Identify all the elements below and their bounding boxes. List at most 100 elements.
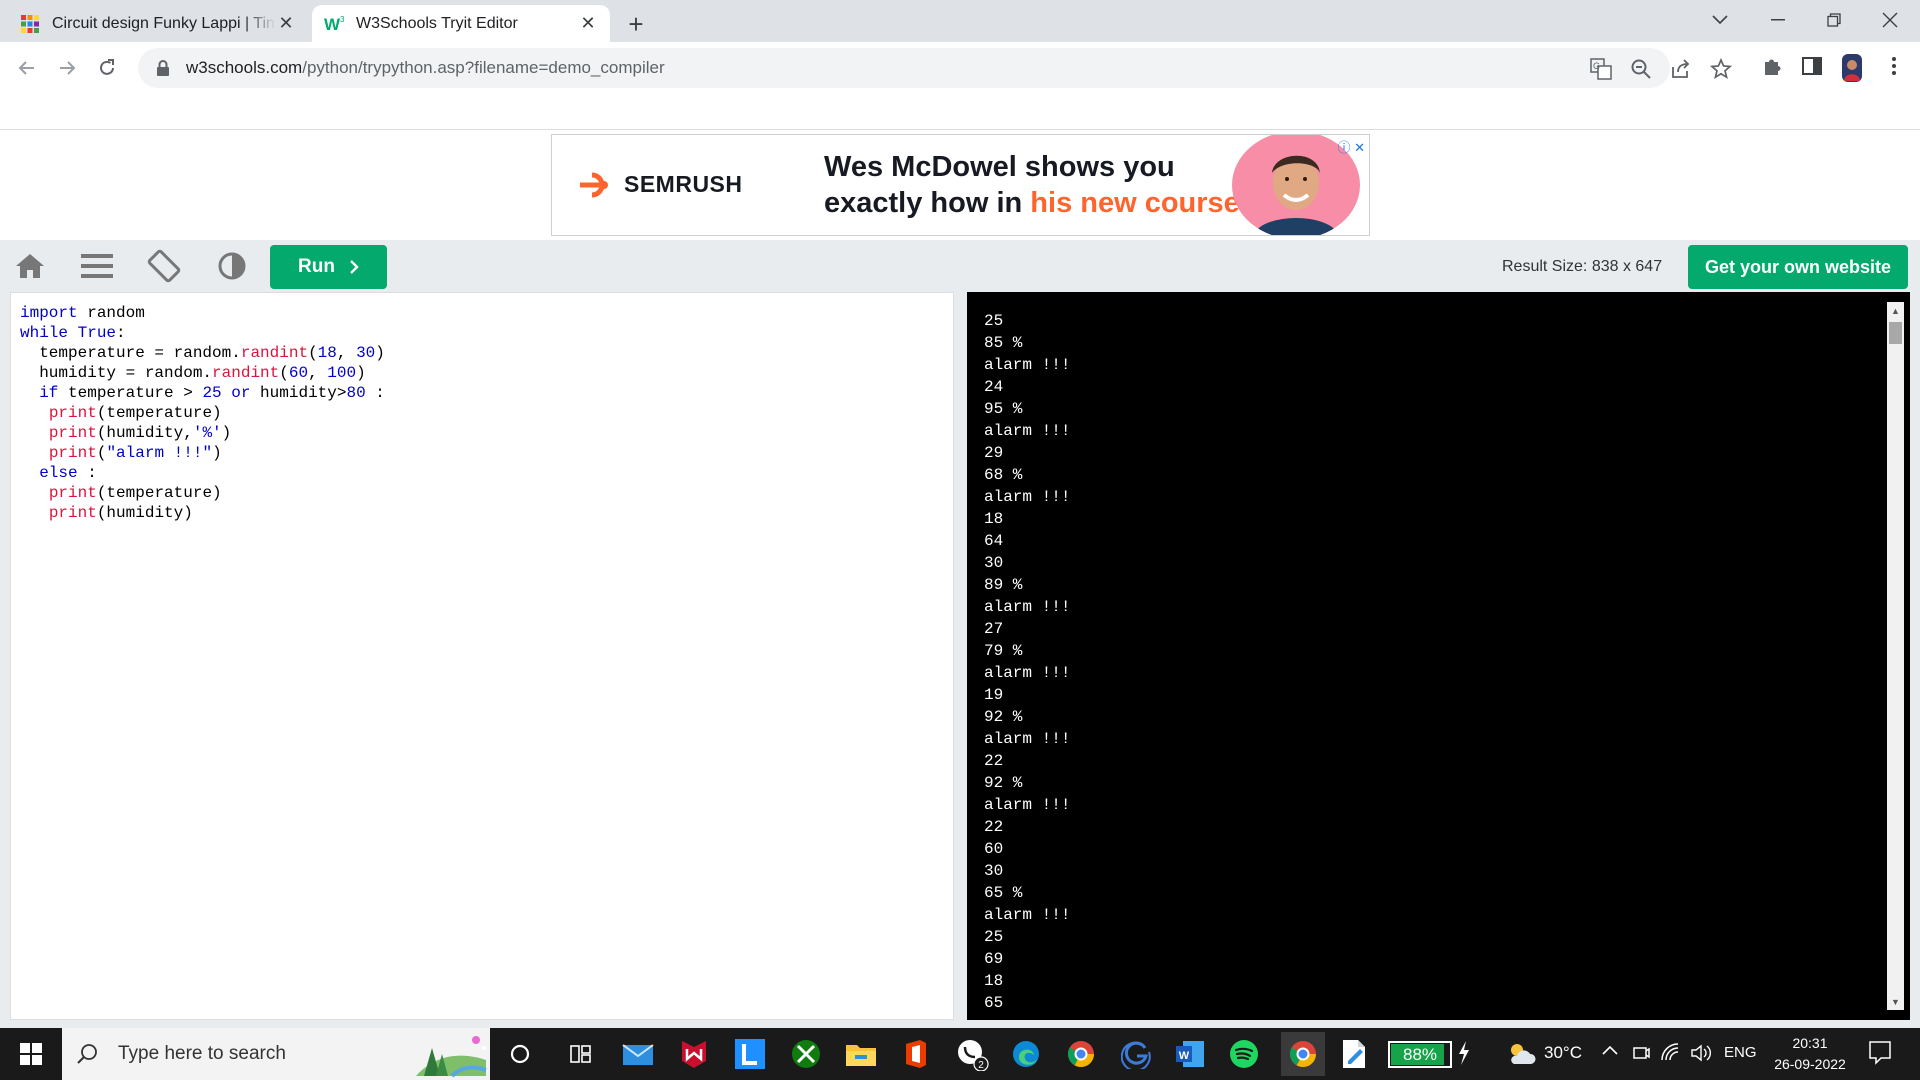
output-line: alarm !!! xyxy=(984,730,1071,748)
taskbar-search-box[interactable]: Type here to search xyxy=(62,1028,490,1080)
reload-icon[interactable] xyxy=(87,48,127,88)
file-explorer-icon[interactable] xyxy=(843,1036,879,1072)
code-line[interactable]: else : xyxy=(20,463,385,483)
code-line[interactable]: import random xyxy=(20,303,385,323)
search-icon xyxy=(77,1044,97,1064)
weather-temperature[interactable]: 30°C xyxy=(1544,1043,1582,1063)
code-line[interactable]: print(humidity,'%') xyxy=(20,423,385,443)
menu-kebab-icon[interactable] xyxy=(1882,54,1906,78)
output-line: 24 xyxy=(984,378,1004,396)
whatsapp-badge: 2 xyxy=(978,1060,984,1071)
show-hidden-icons-chevron-icon[interactable] xyxy=(1602,1043,1618,1061)
meet-now-camera-icon[interactable] xyxy=(1632,1043,1650,1068)
output-line: 68 % xyxy=(984,466,1023,484)
address-bar[interactable]: w3schools.com/python/trypython.asp?filen… xyxy=(138,48,1733,88)
wifi-icon[interactable] xyxy=(1660,1043,1680,1066)
code-line[interactable]: if temperature > 25 or humidity>80 : xyxy=(20,383,385,403)
output-line: 95 % xyxy=(984,400,1023,418)
grammarly-icon[interactable] xyxy=(1118,1036,1154,1072)
home-icon[interactable] xyxy=(12,248,48,284)
output-line: 79 % xyxy=(984,642,1023,660)
whatsapp-icon[interactable]: 2 xyxy=(954,1036,990,1072)
code-line[interactable]: print("alarm !!!") xyxy=(20,443,385,463)
output-line: alarm !!! xyxy=(984,664,1071,682)
result-output-panel: 25 85 % alarm !!! 24 95 % alarm !!! 29 68 % alar… xyxy=(967,292,1910,1020)
mail-icon[interactable] xyxy=(620,1036,656,1072)
lock-icon[interactable] xyxy=(152,57,174,79)
ad-banner[interactable]: SEMRUSH Wes McDowel shows you exactly ho… xyxy=(551,134,1370,236)
document-editor-icon[interactable] xyxy=(1336,1036,1372,1072)
back-arrow-icon[interactable] xyxy=(7,48,47,88)
tab-search-chevron-icon[interactable] xyxy=(1692,0,1748,40)
output-line: 30 xyxy=(984,554,1004,572)
volume-speaker-icon[interactable] xyxy=(1690,1043,1712,1068)
new-tab-icon[interactable]: + xyxy=(620,8,652,40)
code-line[interactable]: print(temperature) xyxy=(20,403,385,423)
office-icon[interactable] xyxy=(898,1036,934,1072)
code-line[interactable]: print(temperature) xyxy=(20,483,385,503)
output-line: 19 xyxy=(984,686,1004,704)
battery-indicator[interactable]: 88% xyxy=(1388,1041,1452,1068)
charging-icon xyxy=(1458,1041,1470,1070)
output-line: 92 % xyxy=(984,774,1023,792)
svg-text:3: 3 xyxy=(340,15,345,24)
code-text[interactable]: import random while True: temperature = r… xyxy=(20,303,385,523)
code-line[interactable]: humidity = random.randint(60, 100) xyxy=(20,363,385,383)
ad-headline-highlight: his new course xyxy=(1030,187,1240,219)
result-size-label: Result Size: 838 x 647 xyxy=(1502,258,1663,275)
code-line[interactable]: temperature = random.randint(18, 30) xyxy=(20,343,385,363)
close-tab-icon[interactable]: ✕ xyxy=(578,13,598,34)
weather-cloud-sun-icon[interactable] xyxy=(1506,1040,1536,1071)
output-line: 92 % xyxy=(984,708,1023,726)
chrome-icon[interactable] xyxy=(1281,1032,1325,1076)
scrollbar-thumb[interactable] xyxy=(1889,322,1902,344)
rotate-layout-icon[interactable] xyxy=(146,248,182,284)
extensions-puzzle-icon[interactable] xyxy=(1760,54,1784,78)
search-highlight-illustration-icon xyxy=(416,1036,487,1078)
forward-arrow-icon[interactable] xyxy=(47,48,87,88)
lms-l-app-icon[interactable] xyxy=(732,1036,768,1072)
minimize-icon[interactable] xyxy=(1750,0,1806,40)
input-language[interactable]: ENG xyxy=(1724,1044,1757,1061)
get-your-own-website-button[interactable]: Get your own website xyxy=(1688,245,1908,289)
semrush-logo-icon xyxy=(580,172,608,197)
run-button[interactable]: Run xyxy=(270,245,387,289)
translate-icon[interactable]: G xyxy=(1590,58,1612,80)
code-editor[interactable]: import random while True: temperature = r… xyxy=(10,292,954,1020)
contrast-theme-icon[interactable] xyxy=(214,248,250,284)
output-line: 29 xyxy=(984,444,1004,462)
ad-choices-close-icon[interactable]: ⓘ ✕ xyxy=(1337,137,1365,156)
output-scrollbar[interactable]: ▲ ▼ xyxy=(1887,302,1904,1010)
tab-title: Circuit design Funky Lappi | Tinkercad xyxy=(52,14,276,32)
word-icon[interactable]: W xyxy=(1172,1036,1208,1072)
zoom-icon[interactable] xyxy=(1630,58,1652,80)
code-line[interactable]: print(humidity) xyxy=(20,503,385,523)
xbox-icon[interactable] xyxy=(788,1036,824,1072)
spotify-icon[interactable] xyxy=(1226,1036,1262,1072)
tab-tinkercad[interactable]: Circuit design Funky Lappi | Tinkercad ✕ xyxy=(8,5,308,42)
share-icon[interactable] xyxy=(1670,58,1692,80)
ad-headline-line2: exactly how in his new course xyxy=(824,187,1240,219)
mcafee-icon[interactable] xyxy=(676,1036,712,1072)
cortana-icon[interactable] xyxy=(502,1036,538,1072)
notification-center-icon[interactable] xyxy=(1868,1040,1892,1071)
close-tab-icon[interactable]: ✕ xyxy=(276,13,296,34)
menu-hamburger-icon[interactable] xyxy=(79,248,115,284)
code-line[interactable]: while True: xyxy=(20,323,385,343)
profile-avatar[interactable] xyxy=(1840,54,1864,82)
edge-icon[interactable] xyxy=(1008,1036,1044,1072)
system-clock[interactable]: 20:31 26-09-2022 xyxy=(1770,1033,1850,1075)
output-line: alarm !!! xyxy=(984,906,1071,924)
bookmark-star-icon[interactable] xyxy=(1709,57,1733,80)
windows-start-icon[interactable] xyxy=(0,1028,62,1080)
scroll-down-icon[interactable]: ▼ xyxy=(1887,993,1904,1010)
side-panel-icon[interactable] xyxy=(1800,54,1824,78)
scroll-up-icon[interactable]: ▲ xyxy=(1887,302,1904,319)
output-line: 60 xyxy=(984,840,1004,858)
chrome-profile-icon[interactable] xyxy=(1063,1036,1099,1072)
restore-icon[interactable] xyxy=(1806,0,1862,40)
close-window-icon[interactable] xyxy=(1862,0,1918,40)
task-view-icon[interactable] xyxy=(563,1036,599,1072)
svg-text:W: W xyxy=(1179,1050,1190,1062)
tab-w3schools[interactable]: W3 W3Schools Tryit Editor ✕ xyxy=(312,5,610,42)
